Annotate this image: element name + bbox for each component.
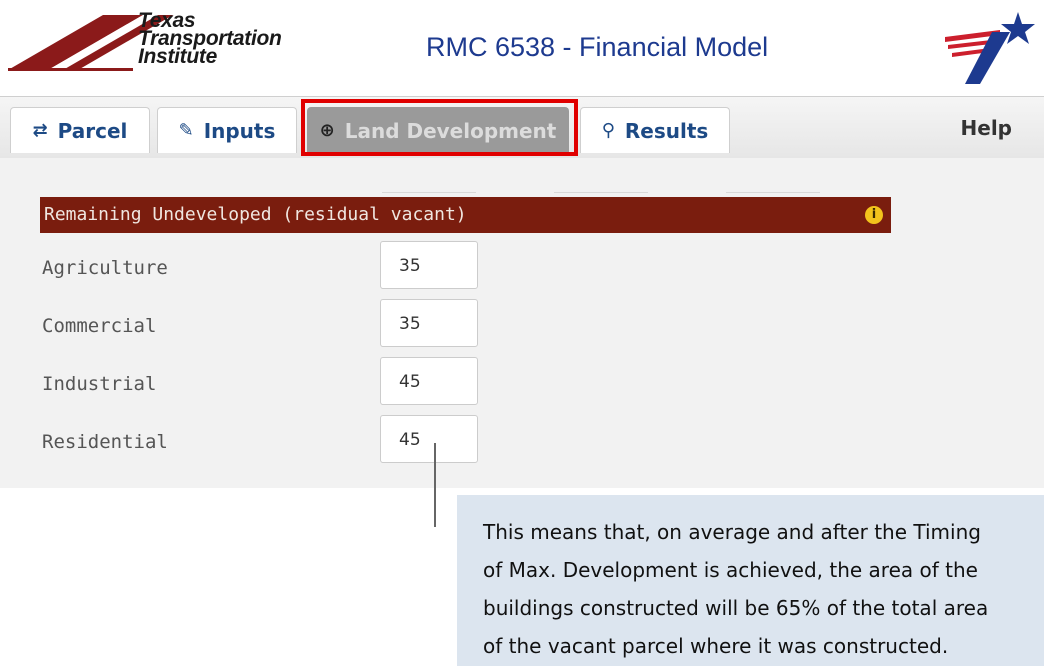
tab-results-label: Results: [624, 118, 709, 143]
tab-inputs[interactable]: ✎ Inputs: [157, 107, 297, 153]
callout-connector: [434, 443, 436, 527]
map-pin-icon: ⚲: [601, 120, 615, 141]
callout-line-3: buildings constructed will be 65% of the…: [483, 596, 989, 620]
tti-wordmark: Texas Transportation Institute: [138, 10, 282, 68]
pencil-icon: ✎: [178, 120, 194, 141]
agriculture-input[interactable]: 35: [380, 241, 478, 289]
cutoff-field: [382, 188, 476, 193]
tab-results[interactable]: ⚲ Results: [580, 107, 730, 153]
callout-line-4: of the vacant parcel where it was constr…: [483, 634, 949, 658]
commercial-input[interactable]: 35: [380, 299, 478, 347]
tab-parcel[interactable]: ⇄ Parcel: [10, 107, 150, 153]
section-title: Remaining Undeveloped (residual vacant): [44, 204, 467, 225]
tab-parcel-label: Parcel: [57, 118, 128, 143]
help-link[interactable]: Help: [961, 116, 1012, 140]
field-label-commercial: Commercial: [42, 315, 157, 337]
industrial-input[interactable]: 45: [380, 357, 478, 405]
cutoff-field: [554, 188, 648, 193]
field-label-industrial: Industrial: [42, 373, 157, 395]
highlight-box: [301, 99, 578, 156]
callout-note: This means that, on average and after th…: [457, 495, 1044, 666]
tab-inputs-label: Inputs: [203, 118, 276, 143]
tti-line3: Institute: [138, 45, 217, 68]
callout-line-2: of Max. Development is achieved, the are…: [483, 558, 978, 582]
cutoff-field: [726, 188, 820, 193]
info-icon[interactable]: i: [865, 206, 883, 224]
txdot-logo: [945, 12, 1035, 84]
arrows-icon: ⇄: [32, 120, 48, 141]
residential-input[interactable]: 45: [380, 415, 478, 463]
field-label-residential: Residential: [42, 431, 168, 453]
header: Texas Transportation Institute RMC 6538 …: [0, 0, 1044, 95]
field-label-agriculture: Agriculture: [42, 257, 168, 279]
app-title: RMC 6538 - Financial Model: [426, 32, 769, 62]
section-header: Remaining Undeveloped (residual vacant) …: [40, 197, 891, 233]
callout-line-1: This means that, on average and after th…: [483, 520, 981, 544]
